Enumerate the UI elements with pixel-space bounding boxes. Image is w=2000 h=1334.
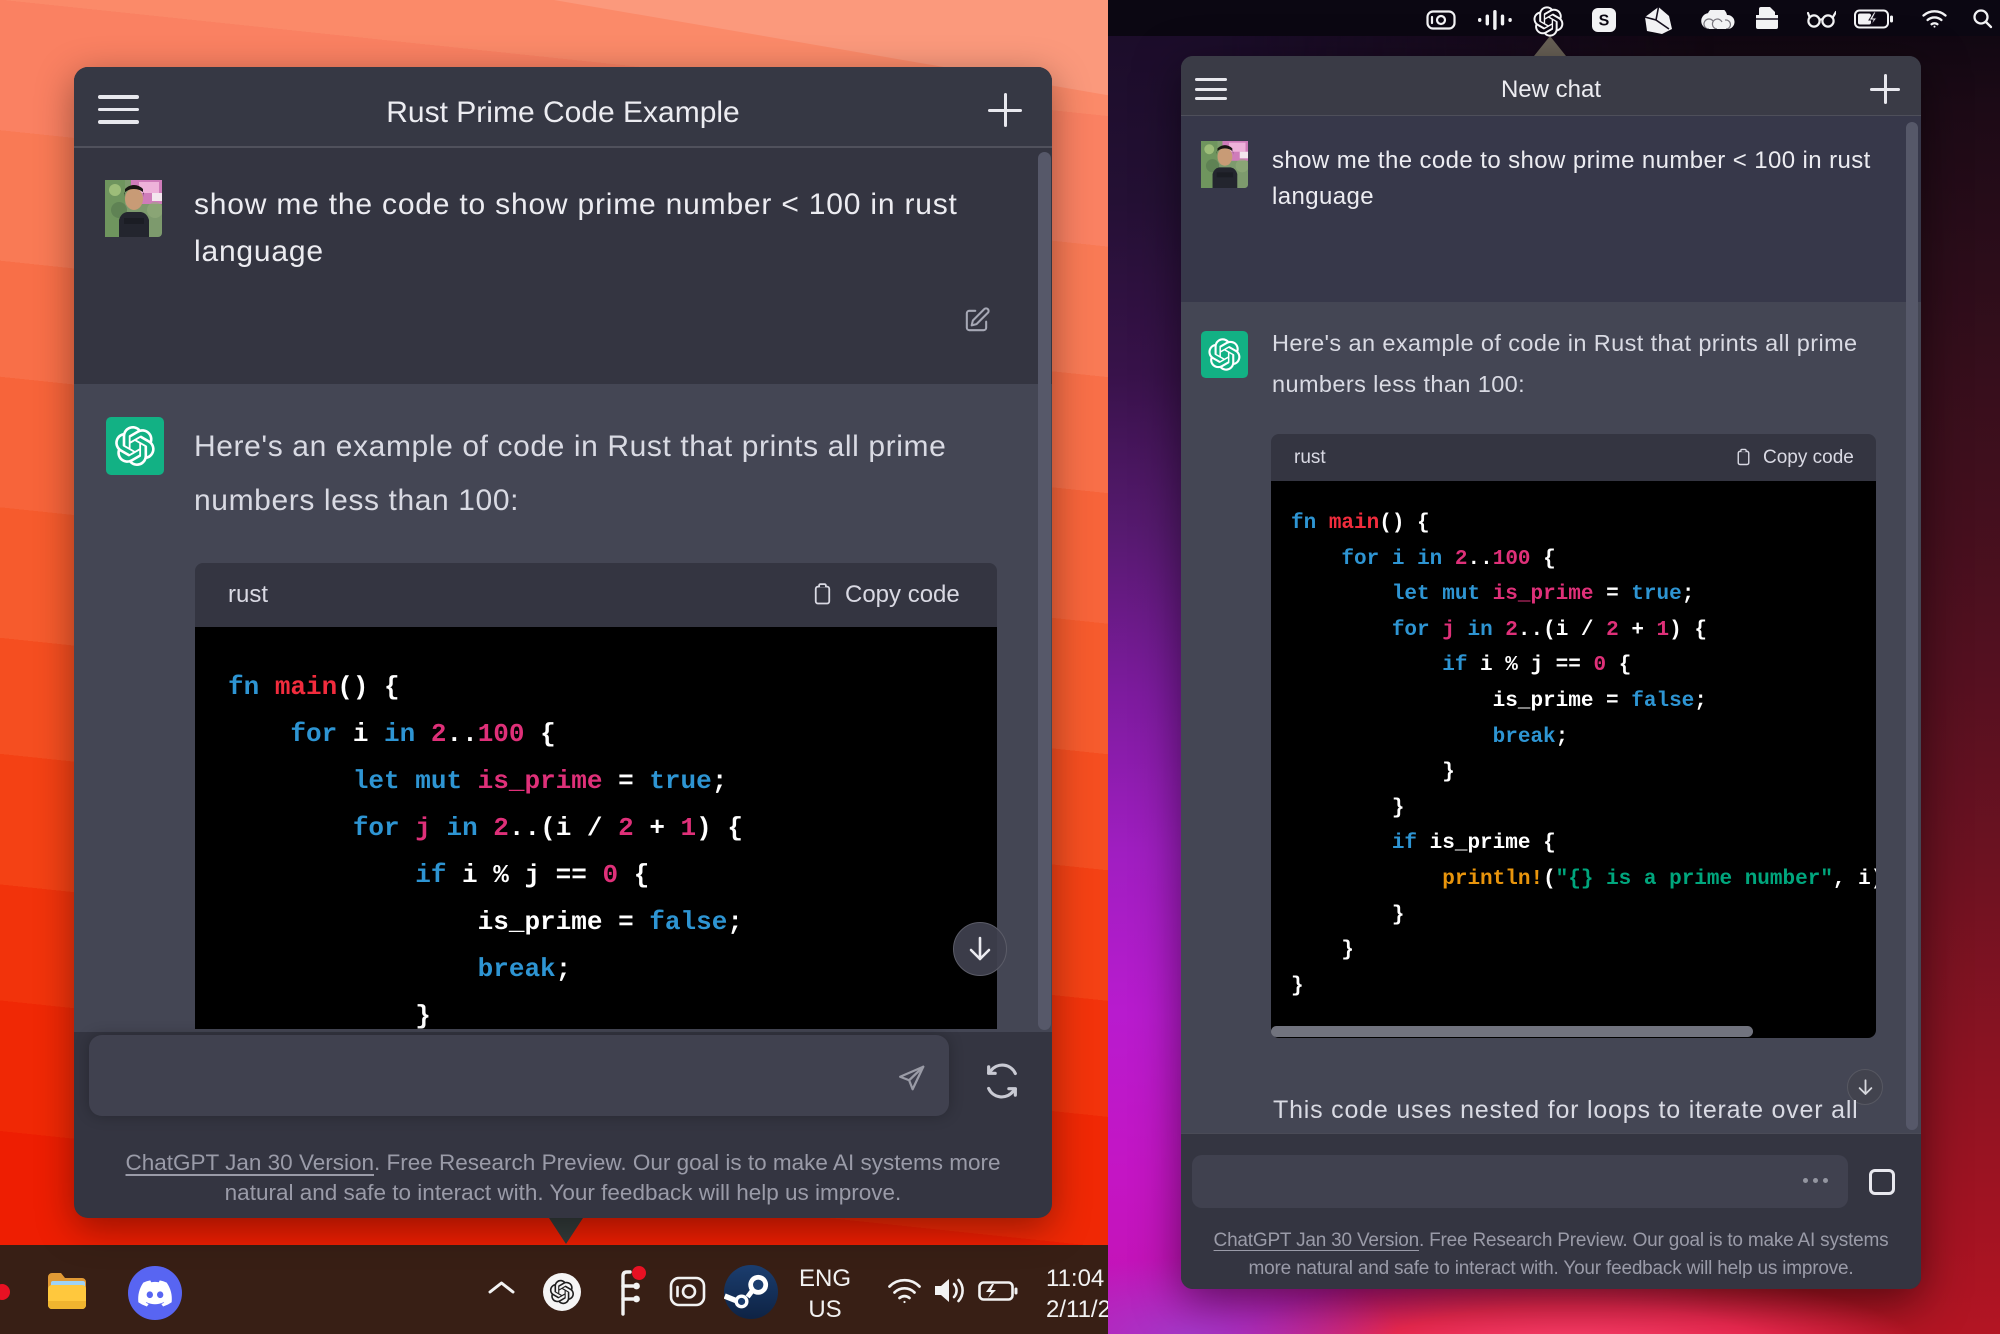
svg-text:S: S [1599, 13, 1610, 30]
